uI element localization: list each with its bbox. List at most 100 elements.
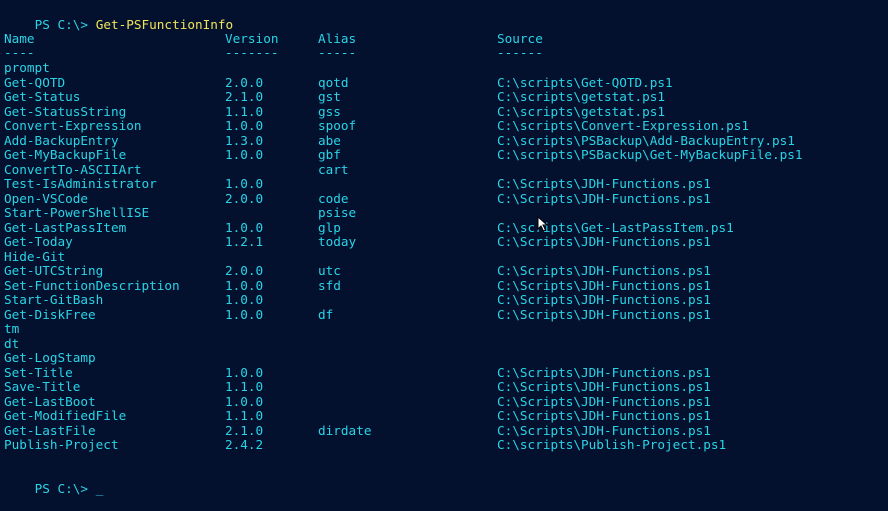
cell-version: 2.0.0 <box>225 190 264 206</box>
cell-name: ConvertTo-ASCIIArt <box>4 161 142 177</box>
cell-version: 2.4.2 <box>225 437 264 452</box>
cell-version: 1.0.0 <box>225 393 264 409</box>
separator-name: ---- <box>4 45 35 60</box>
cell-name: Get-DiskFree <box>4 306 96 322</box>
cell-alias: psise <box>318 205 357 220</box>
cell-version: 2.1.0 <box>225 89 264 104</box>
cell-alias: code <box>318 190 349 206</box>
cell-name: Start-PowerShellISE <box>4 205 150 220</box>
separator-version: ------- <box>225 45 279 60</box>
cell-version: 1.0.0 <box>225 176 264 191</box>
cell-version: 1.1.0 <box>225 379 264 394</box>
cell-source: C:\Scripts\JDH-Functions.ps1 <box>497 393 711 409</box>
cell-name: Set-Title <box>4 364 73 380</box>
cell-name: Save-Title <box>4 379 81 394</box>
cell-source: C:\Scripts\JDH-Functions.ps1 <box>497 277 711 293</box>
cell-name: Add-BackupEntry <box>4 132 119 148</box>
cell-version: 1.2.1 <box>225 234 264 249</box>
table-separator: ---- ------- ----- ------ <box>4 45 543 60</box>
cell-name: dt <box>4 335 20 351</box>
command-line: PS C:\> Get-PSFunctionInfo <box>4 2 234 32</box>
cell-name: Get-LastPassItem <box>4 219 127 235</box>
cell-version: 1.0.0 <box>225 292 264 307</box>
cell-alias: glp <box>318 219 341 235</box>
cell-name: Convert-Expression <box>4 118 142 133</box>
cell-version: 2.0.0 <box>225 74 264 90</box>
cell-source: C:\scripts\Publish-Project.ps1 <box>497 437 727 452</box>
cell-alias: gst <box>318 89 341 104</box>
cell-name: Open-VSCode <box>4 190 89 206</box>
cell-version: 1.0.0 <box>225 219 264 235</box>
cell-version: 2.0.0 <box>225 263 264 278</box>
cell-version: 2.1.0 <box>225 422 264 438</box>
final-prompt-line[interactable]: PS C:\> _ <box>4 466 104 496</box>
separator-alias: ----- <box>318 45 357 60</box>
cell-alias: abe <box>318 132 341 148</box>
cell-source: C:\scripts\Get-QOTD.ps1 <box>497 74 673 90</box>
cell-source: C:\Scripts\JDH-Functions.ps1 <box>497 176 711 191</box>
cell-alias: sfd <box>318 277 341 293</box>
prompt: PS C:\> <box>34 17 89 32</box>
cell-version: 1.1.0 <box>225 103 264 119</box>
cell-name: Get-LogStamp <box>4 350 96 365</box>
header-name: Name <box>4 31 35 46</box>
cell-alias: df <box>318 306 334 322</box>
cell-source: C:\scripts\PSBackup\Get-MyBackupFile.ps1 <box>497 147 803 162</box>
cell-name: Get-UTCString <box>4 263 104 278</box>
cell-alias: dirdate <box>318 422 372 438</box>
cell-source: C:\Scripts\JDH-Functions.ps1 <box>497 379 711 394</box>
cell-source: C:\Scripts\JDH-Functions.ps1 <box>497 422 711 438</box>
cell-source: C:\scripts\getstat.ps1 <box>497 89 666 104</box>
cell-source: C:\Scripts\JDH-Functions.ps1 <box>497 408 711 423</box>
cell-source: C:\Scripts\JDH-Functions.ps1 <box>497 263 711 278</box>
cell-version: 1.0.0 <box>225 364 264 380</box>
cell-source: C:\Scripts\JDH-Functions.ps1 <box>497 234 711 249</box>
cell-version: 1.0.0 <box>225 277 264 293</box>
cell-version: 1.1.0 <box>225 408 264 423</box>
cell-name: Get-StatusString <box>4 103 127 119</box>
cell-source: C:\scripts\PSBackup\Add-BackupEntry.ps1 <box>497 132 795 148</box>
cell-version: 1.0.0 <box>225 306 264 322</box>
mouse-pointer-icon <box>537 216 549 232</box>
cell-name: Hide-Git <box>4 248 66 264</box>
cell-name: Publish-Project <box>4 437 119 452</box>
cell-alias: qotd <box>318 74 349 90</box>
cell-version: 1.0.0 <box>225 147 264 162</box>
cell-source: C:\Scripts\JDH-Functions.ps1 <box>497 292 711 307</box>
final-prompt: PS C:\> <box>34 481 89 496</box>
cell-alias: spoof <box>318 118 357 133</box>
command-text: Get-PSFunctionInfo <box>95 17 234 32</box>
cell-name: Get-MyBackupFile <box>4 147 127 162</box>
cell-name: prompt <box>4 60 50 75</box>
cell-source: C:\Scripts\JDH-Functions.ps1 <box>497 364 711 380</box>
cell-alias: cart <box>318 161 349 177</box>
cell-alias: today <box>318 234 357 249</box>
cell-name: Set-FunctionDescription <box>4 277 180 293</box>
header-version: Version <box>225 31 279 46</box>
table-header: Name Version Alias Source <box>4 31 543 46</box>
header-alias: Alias <box>318 31 357 46</box>
cell-version: 1.3.0 <box>225 132 264 148</box>
cell-name: Get-Today <box>4 234 73 249</box>
cell-name: Get-ModifiedFile <box>4 408 127 423</box>
cell-source: C:\Scripts\JDH-Functions.ps1 <box>497 306 711 322</box>
cell-source: C:\Scripts\JDH-Functions.ps1 <box>497 190 711 206</box>
cell-name: Get-QOTD <box>4 74 66 90</box>
cell-source: C:\scripts\Get-LastPassItem.ps1 <box>497 219 734 235</box>
cell-source: C:\scripts\getstat.ps1 <box>497 103 666 119</box>
cell-name: Get-LastBoot <box>4 393 96 409</box>
cell-version: 1.0.0 <box>225 118 264 133</box>
powershell-console[interactable]: PS C:\> Get-PSFunctionInfo Name Version … <box>0 0 888 496</box>
cell-name: Get-Status <box>4 89 81 104</box>
cell-name: tm <box>4 321 20 336</box>
cell-source: C:\scripts\Convert-Expression.ps1 <box>497 118 750 133</box>
cell-name: Get-LastFile <box>4 422 96 438</box>
cell-alias: utc <box>318 263 341 278</box>
separator-source: ------ <box>497 45 543 60</box>
cell-alias: gss <box>318 103 341 119</box>
cell-name: Start-GitBash <box>4 292 104 307</box>
cell-name: Test-IsAdministrator <box>4 176 157 191</box>
header-source: Source <box>497 31 543 46</box>
cell-alias: gbf <box>318 147 341 162</box>
text-cursor: _ <box>95 481 104 496</box>
